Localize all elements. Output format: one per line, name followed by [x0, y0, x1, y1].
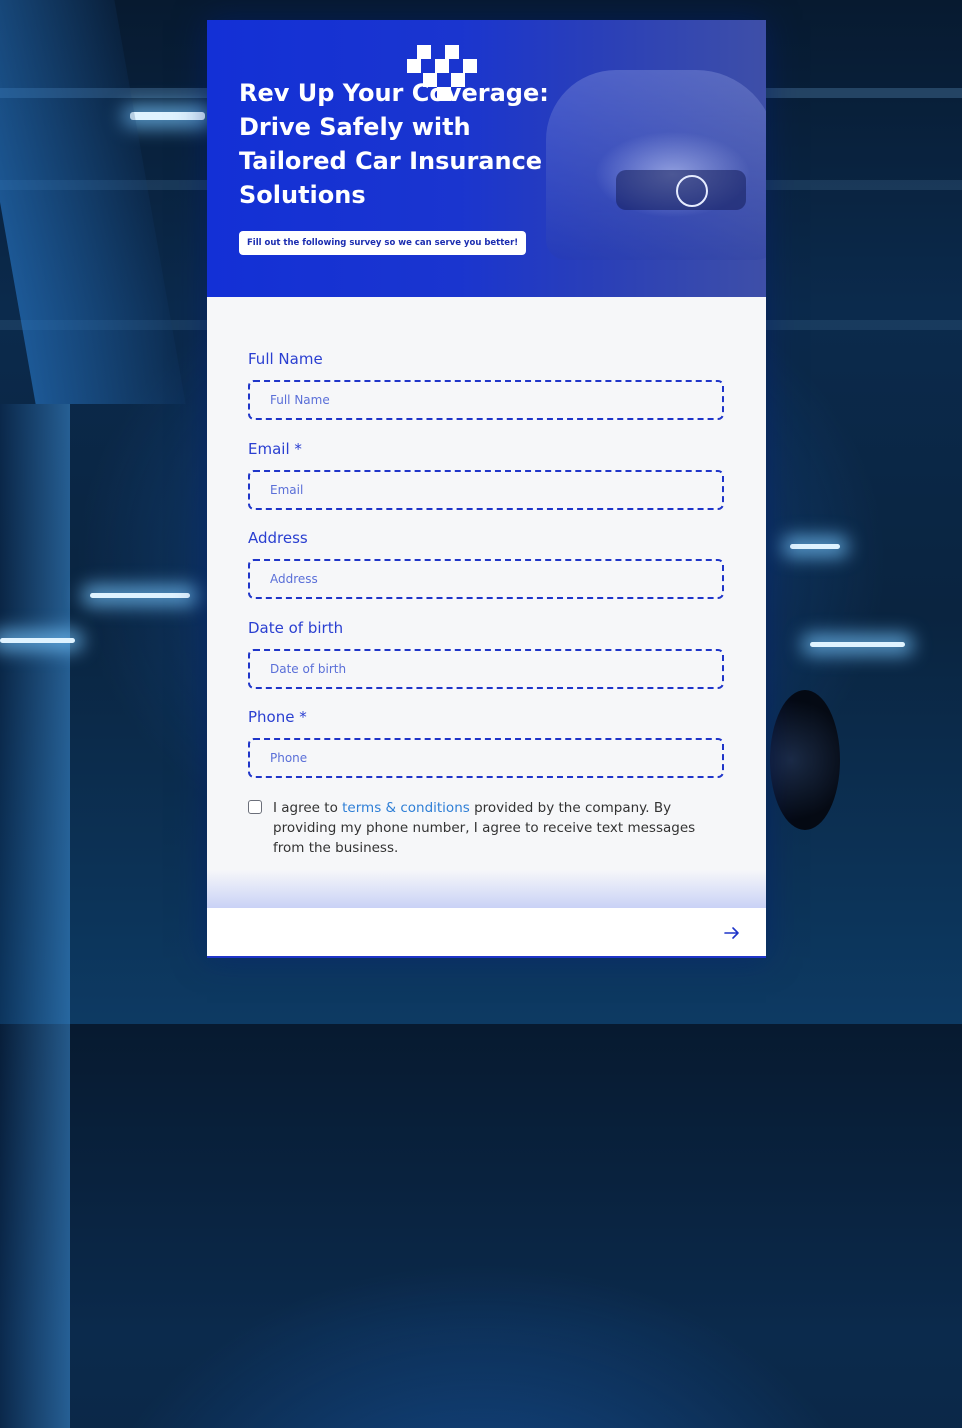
full-name-input[interactable]	[248, 380, 724, 420]
email-field: Email *	[248, 440, 724, 530]
ceiling-light	[0, 638, 75, 643]
form-footer	[207, 908, 766, 958]
car-wheel	[770, 690, 840, 830]
consent-checkbox[interactable]	[248, 800, 262, 814]
page-title: Rev Up Your Coverage: Drive Safely with …	[239, 79, 549, 209]
ceiling-light	[810, 642, 905, 647]
car-image	[546, 70, 766, 260]
phone-field: Phone *	[248, 708, 724, 798]
phone-input[interactable]	[248, 738, 724, 778]
address-label: Address	[248, 529, 308, 547]
address-input[interactable]	[248, 559, 724, 599]
hero-banner: Rev Up Your Coverage: Drive Safely with …	[207, 20, 766, 297]
ceiling-light	[790, 544, 840, 549]
survey-form: Full Name Email * Address Date of birth …	[248, 350, 724, 798]
address-field: Address	[248, 529, 724, 619]
ceiling-light	[90, 593, 190, 598]
email-input[interactable]	[248, 469, 724, 510]
survey-card: Rev Up Your Coverage: Drive Safely with …	[207, 20, 766, 958]
consent-text: I agree to terms & conditions provided b…	[273, 800, 696, 856]
next-button[interactable]	[720, 921, 744, 945]
terms-link[interactable]: terms & conditions	[342, 800, 470, 816]
arrow-right-icon	[724, 927, 739, 939]
phone-label: Phone *	[248, 708, 307, 726]
ceiling-light	[130, 112, 205, 120]
date-of-birth-label: Date of birth	[248, 618, 344, 637]
full-name-field: Full Name	[248, 350, 724, 440]
car-logo	[676, 175, 708, 207]
survey-subtitle-badge: Fill out the following survey so we can …	[239, 231, 527, 255]
date-of-birth-input[interactable]	[248, 648, 724, 689]
full-name-label: Full Name	[248, 350, 323, 368]
email-label: Email *	[248, 439, 302, 458]
date-of-birth-field: Date of birth	[248, 619, 724, 709]
